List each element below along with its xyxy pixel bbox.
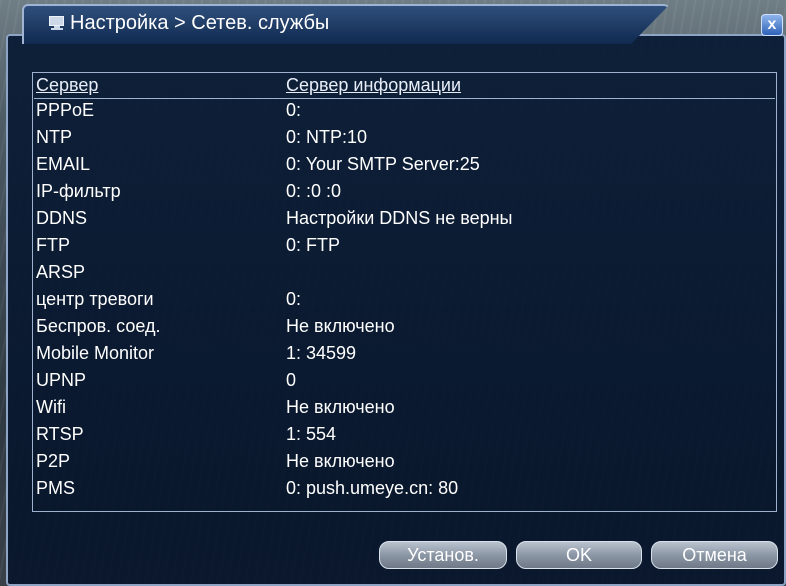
row-wireless-server[interactable]: Беспров. соед. bbox=[36, 315, 161, 337]
set-button[interactable]: Установ. bbox=[379, 541, 507, 569]
window-title: Настройка > Сетев. службы bbox=[48, 10, 329, 36]
row-arsp-server[interactable]: ARSP bbox=[36, 261, 85, 283]
row-wifi-server[interactable]: Wifi bbox=[36, 396, 66, 418]
row-p2p-server[interactable]: P2P bbox=[36, 450, 70, 472]
row-alarm-center-server[interactable]: центр тревоги bbox=[36, 288, 154, 310]
row-alarm-center-info[interactable]: 0: bbox=[286, 288, 301, 310]
row-wireless-info[interactable]: Не включено bbox=[286, 315, 395, 337]
row-ntp-info[interactable]: 0: NTP:10 bbox=[286, 126, 367, 148]
row-upnp-server[interactable]: UPNP bbox=[36, 369, 86, 391]
row-pppoe-info[interactable]: 0: bbox=[286, 99, 301, 121]
row-ddns-server[interactable]: DDNS bbox=[36, 207, 87, 229]
column-header-server[interactable]: Сервер bbox=[36, 74, 98, 96]
row-p2p-info[interactable]: Не включено bbox=[286, 450, 395, 472]
column-header-info[interactable]: Сервер информации bbox=[286, 74, 461, 96]
row-rtsp-info[interactable]: 1: 554 bbox=[286, 423, 336, 445]
row-ddns-info[interactable]: Настройки DDNS не верны bbox=[286, 207, 512, 229]
close-button[interactable]: x bbox=[761, 14, 783, 36]
row-wifi-info[interactable]: Не включено bbox=[286, 396, 395, 418]
row-email-info[interactable]: 0: Your SMTP Server:25 bbox=[286, 153, 480, 175]
close-icon: x bbox=[767, 16, 777, 33]
row-ipfilter-info[interactable]: 0: :0 :0 bbox=[286, 180, 341, 202]
row-pms-server[interactable]: PMS bbox=[36, 477, 75, 499]
row-mobile-monitor-info[interactable]: 1: 34599 bbox=[286, 342, 356, 364]
row-email-server[interactable]: EMAIL bbox=[36, 153, 90, 175]
ok-button[interactable]: OK bbox=[516, 541, 642, 569]
row-mobile-monitor-server[interactable]: Mobile Monitor bbox=[36, 342, 154, 364]
row-ftp-info[interactable]: 0: FTP bbox=[286, 234, 340, 256]
row-rtsp-server[interactable]: RTSP bbox=[36, 423, 84, 445]
row-upnp-info[interactable]: 0 bbox=[286, 369, 296, 391]
row-ipfilter-server[interactable]: IP-фильтр bbox=[36, 180, 121, 202]
monitor-icon bbox=[48, 15, 66, 31]
row-ftp-server[interactable]: FTP bbox=[36, 234, 70, 256]
row-ntp-server[interactable]: NTP bbox=[36, 126, 72, 148]
window-title-text: Настройка > Сетев. службы bbox=[70, 11, 330, 34]
cancel-button[interactable]: Отмена bbox=[651, 541, 778, 569]
row-pms-info[interactable]: 0: push.umeye.cn: 80 bbox=[286, 477, 458, 499]
row-pppoe-server[interactable]: PPPoE bbox=[36, 99, 94, 121]
